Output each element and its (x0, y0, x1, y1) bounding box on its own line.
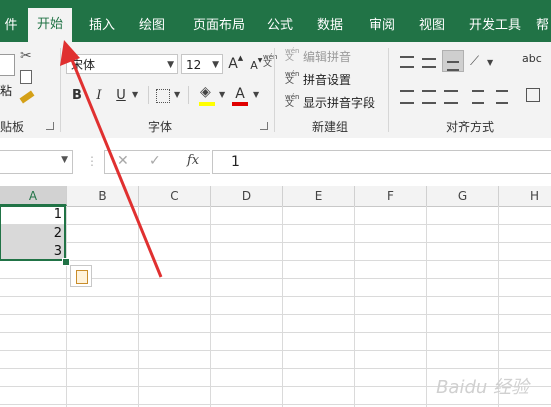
annotation-arrow-head (60, 40, 80, 66)
watermark: Baidu 经验 (436, 377, 529, 398)
annotation-arrow-line (68, 54, 163, 278)
annotation-arrow (60, 40, 163, 278)
